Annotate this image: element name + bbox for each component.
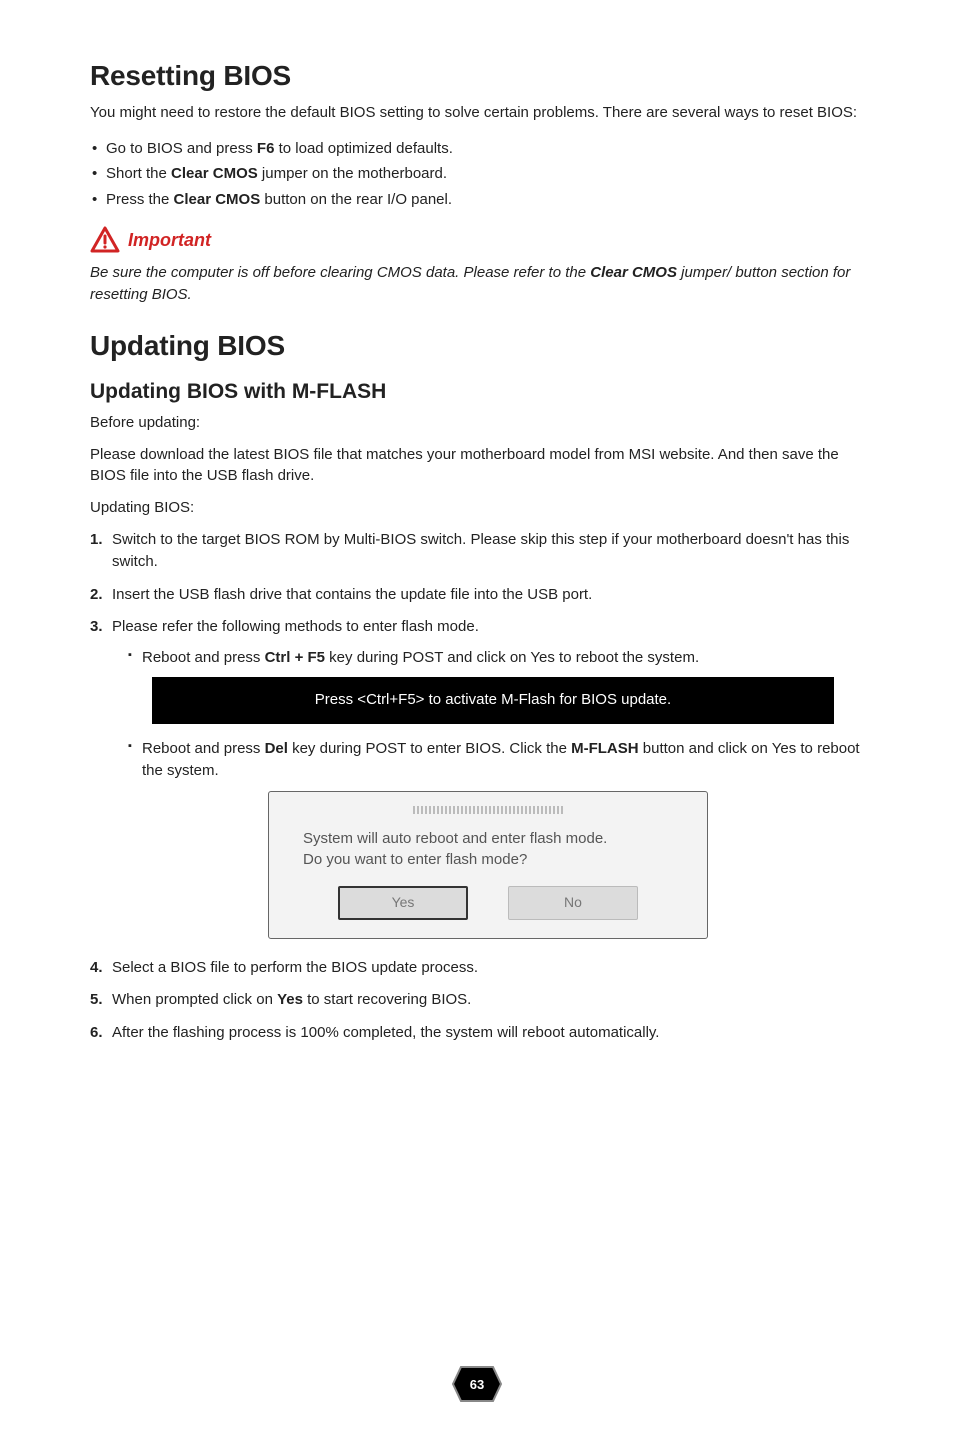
key-del: Del <box>265 740 288 757</box>
bullet-press-clear-cmos: Press the Clear CMOS button on the rear … <box>92 187 864 213</box>
dialog-message: System will auto reboot and enter flash … <box>269 828 707 886</box>
updating-bios-label: Updating BIOS: <box>90 497 864 519</box>
important-label: Important <box>128 230 211 251</box>
step-3-text: Please refer the following methods to en… <box>112 618 479 635</box>
step-2: Insert the USB flash drive that contains… <box>90 584 864 607</box>
before-updating-label: Before updating: <box>90 412 864 434</box>
clear-cmos-button: Clear CMOS <box>174 191 261 208</box>
step-3a: Reboot and press Ctrl + F5 key during PO… <box>128 647 864 670</box>
step-4: Select a BIOS file to perform the BIOS u… <box>90 957 864 980</box>
step-6: After the flashing process is 100% compl… <box>90 1022 864 1045</box>
text: Press the <box>106 191 174 208</box>
before-updating-text: Please download the latest BIOS file tha… <box>90 444 864 488</box>
text: to start recovering BIOS. <box>303 991 471 1008</box>
dialog-yes-button[interactable]: Yes <box>338 886 468 920</box>
manual-page: Resetting BIOS You might need to restore… <box>0 0 954 1432</box>
step-5: When prompted click on Yes to start reco… <box>90 989 864 1012</box>
bullet-goto-bios: Go to BIOS and press F6 to load optimize… <box>92 136 864 162</box>
step-3b: Reboot and press Del key during POST to … <box>128 738 864 783</box>
bullet-short-clear-cmos: Short the Clear CMOS jumper on the mothe… <box>92 161 864 187</box>
mflash-button-ref: M-FLASH <box>571 740 639 757</box>
text: When prompted click on <box>112 991 277 1008</box>
heading-mflash: Updating BIOS with M-FLASH <box>90 380 864 404</box>
heading-updating-bios: Updating BIOS <box>90 330 864 362</box>
flash-mode-dialog: System will auto reboot and enter flash … <box>268 791 708 939</box>
text: Reboot and press <box>142 740 265 757</box>
dialog-button-row: Yes No <box>269 886 707 920</box>
text: jumper on the motherboard. <box>258 165 447 182</box>
step-3-subbullets-2: Reboot and press Del key during POST to … <box>112 738 864 783</box>
dialog-line-1: System will auto reboot and enter flash … <box>303 830 607 847</box>
resetting-intro: You might need to restore the default BI… <box>90 102 864 124</box>
resetting-bullet-list: Go to BIOS and press F6 to load optimize… <box>90 136 864 213</box>
clear-cmos-jumper: Clear CMOS <box>171 165 258 182</box>
dialog-drag-handle-icon <box>413 806 563 814</box>
dialog-no-button[interactable]: No <box>508 886 638 920</box>
text: Go to BIOS and press <box>106 140 257 157</box>
page-number: 63 <box>470 1377 484 1392</box>
text: button on the rear I/O panel. <box>260 191 452 208</box>
clear-cmos-ref: Clear CMOS <box>590 264 677 281</box>
page-number-badge: 63 <box>451 1364 503 1404</box>
step-3-subbullets: Reboot and press Ctrl + F5 key during PO… <box>112 647 864 670</box>
text: Reboot and press <box>142 649 265 666</box>
text: to load optimized defaults. <box>274 140 452 157</box>
key-f6: F6 <box>257 140 275 157</box>
text: Short the <box>106 165 171 182</box>
mflash-prompt-bar: Press <Ctrl+F5> to activate M-Flash for … <box>152 677 834 724</box>
text: key during POST and click on Yes to rebo… <box>325 649 699 666</box>
step-1: Switch to the target BIOS ROM by Multi-B… <box>90 529 864 574</box>
text: Be sure the computer is off before clear… <box>90 264 590 281</box>
warning-triangle-icon <box>90 226 120 254</box>
heading-resetting-bios: Resetting BIOS <box>90 60 864 92</box>
updating-steps-list: Switch to the target BIOS ROM by Multi-B… <box>90 529 864 1045</box>
yes-ref: Yes <box>277 991 303 1008</box>
important-callout-header: Important <box>90 226 864 254</box>
text: key during POST to enter BIOS. Click the <box>288 740 571 757</box>
page-footer: 63 <box>0 1364 954 1404</box>
important-text: Be sure the computer is off before clear… <box>90 262 864 306</box>
key-ctrl-f5: Ctrl + F5 <box>265 649 325 666</box>
step-3: Please refer the following methods to en… <box>90 616 864 939</box>
dialog-line-2: Do you want to enter flash mode? <box>303 851 527 868</box>
